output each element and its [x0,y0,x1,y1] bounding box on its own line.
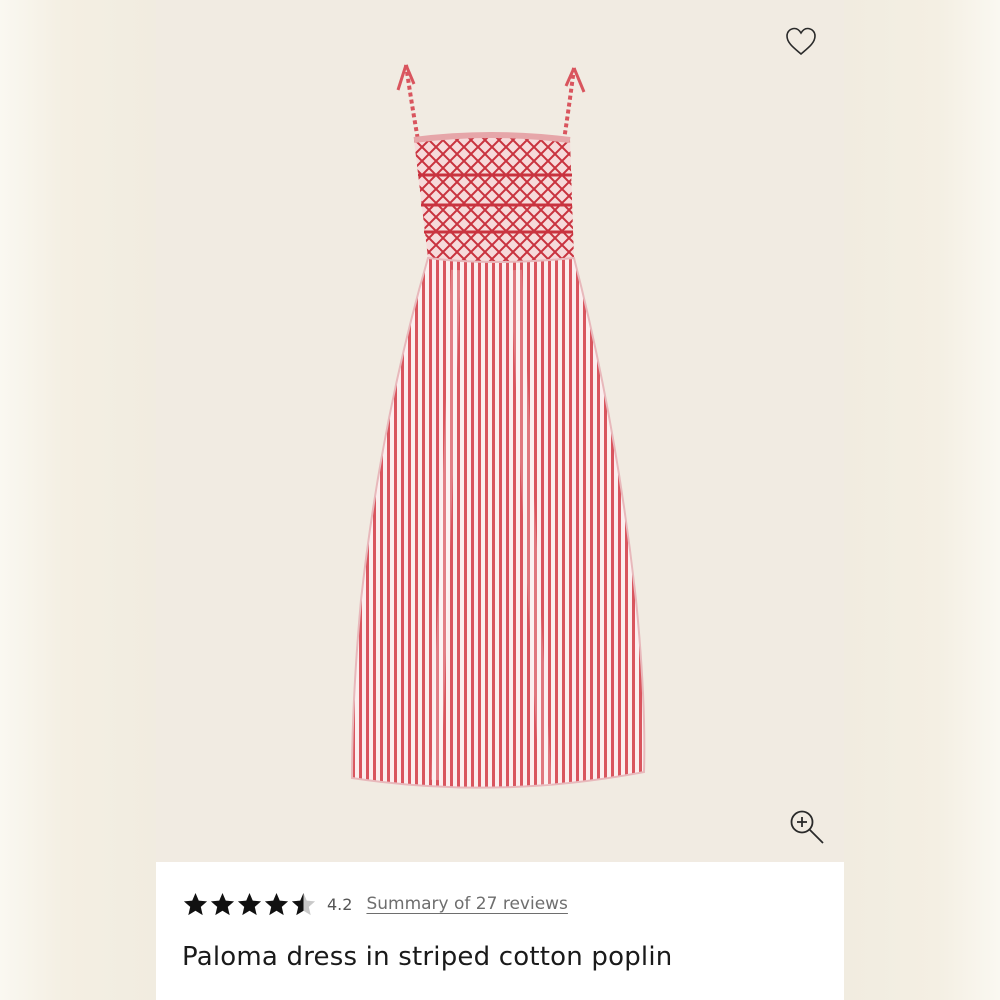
rating-row: 4.2 Summary of 27 reviews [182,884,568,924]
star-rating [182,891,317,918]
wishlist-button[interactable] [784,25,818,59]
star-icon [237,892,262,915]
star-icon [291,892,316,915]
product-image[interactable] [156,0,844,862]
reviews-summary-link[interactable]: Summary of 27 reviews [366,894,567,914]
product-title: Paloma dress in striped cotton poplin [182,942,673,972]
star-icon [210,892,235,915]
rating-value: 4.2 [327,894,353,914]
left-backdrop [0,0,156,1000]
zoom-button[interactable] [788,808,826,846]
star-icon [264,892,289,915]
zoom-in-icon [790,810,824,844]
star-icon [183,892,208,915]
dress-illustration [350,64,646,789]
heart-outline-icon [786,27,816,56]
product-card: 4.2 Summary of 27 reviews Paloma dress i… [156,0,844,1000]
right-backdrop [844,0,1000,1000]
